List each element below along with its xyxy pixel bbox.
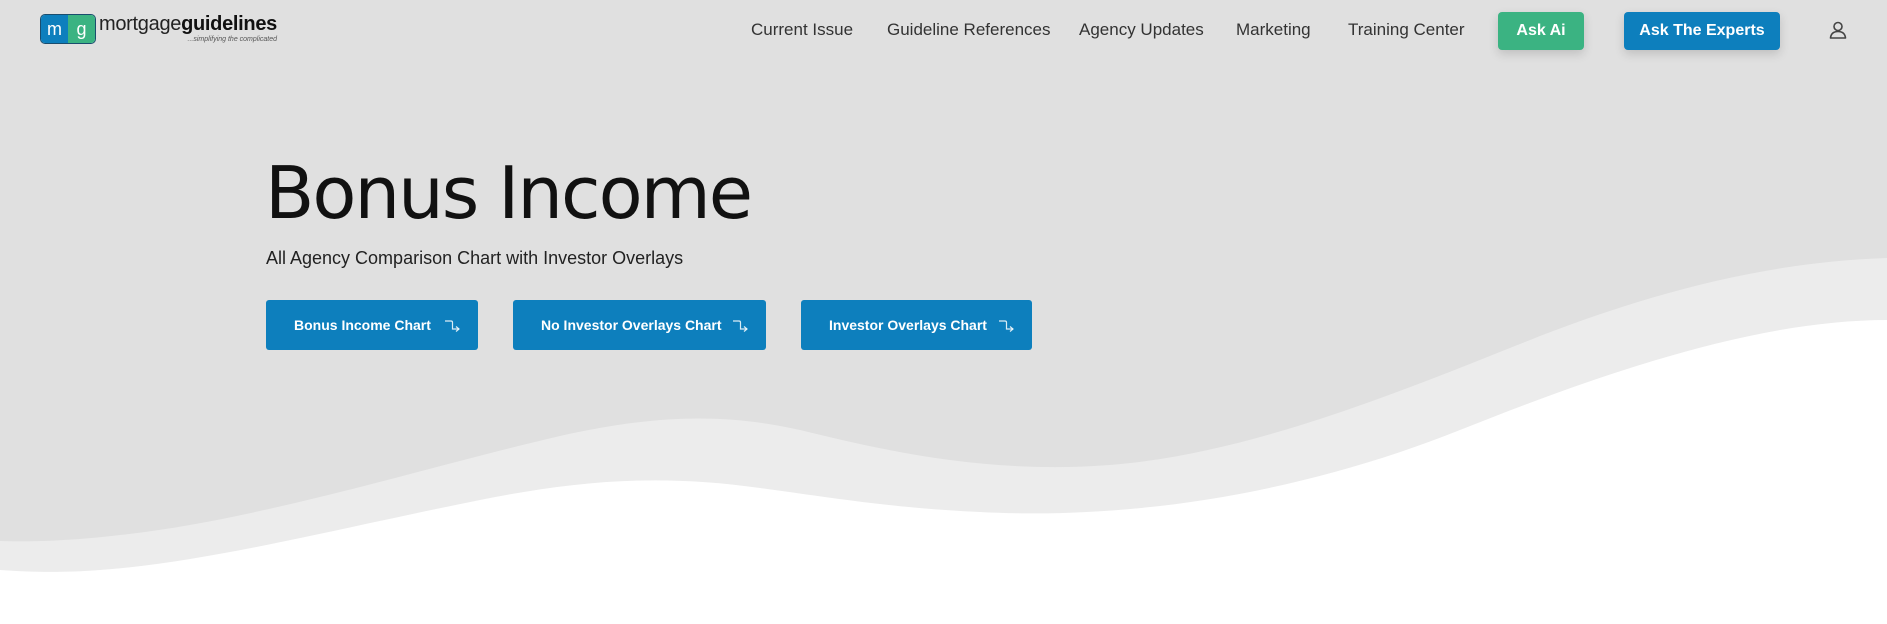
nav-item-marketing[interactable]: Marketing bbox=[1236, 20, 1311, 40]
arrow-down-right-icon bbox=[445, 320, 460, 332]
logo-word-light: mortgage bbox=[99, 13, 182, 35]
logo-word-bold: guidelines bbox=[181, 13, 278, 35]
bonus-income-chart-label: Bonus Income Chart bbox=[294, 317, 431, 333]
nav-item-current-issue[interactable]: Current Issue bbox=[751, 20, 853, 40]
user-icon[interactable] bbox=[1828, 20, 1848, 40]
nav-item-guideline-references[interactable]: Guideline References bbox=[887, 20, 1050, 40]
logo-tagline: ...simplifying the complicated bbox=[187, 36, 278, 43]
logo-badge-m: m bbox=[41, 15, 68, 43]
arrow-down-right-icon bbox=[999, 320, 1014, 332]
no-investor-overlays-chart-button[interactable]: No Investor Overlays Chart bbox=[513, 300, 766, 350]
logo-wordmark: mortgageguidelines ...simplifying the co… bbox=[99, 14, 277, 46]
nav-item-agency-updates[interactable]: Agency Updates bbox=[1079, 20, 1204, 40]
brand-logo[interactable]: m g mortgageguidelines ...simplifying th… bbox=[40, 14, 277, 46]
page-title: Bonus Income bbox=[265, 151, 753, 235]
investor-overlays-chart-button[interactable]: Investor Overlays Chart bbox=[801, 300, 1032, 350]
nav-item-training-center[interactable]: Training Center bbox=[1348, 20, 1465, 40]
site-header: m g mortgageguidelines ...simplifying th… bbox=[0, 0, 1887, 60]
bonus-income-chart-button[interactable]: Bonus Income Chart bbox=[266, 300, 478, 350]
investor-overlays-chart-label: Investor Overlays Chart bbox=[829, 317, 987, 333]
logo-badge: m g bbox=[40, 14, 96, 44]
ask-the-experts-button[interactable]: Ask The Experts bbox=[1624, 12, 1780, 50]
page-subtitle: All Agency Comparison Chart with Investo… bbox=[266, 248, 684, 268]
no-investor-overlays-chart-label: No Investor Overlays Chart bbox=[541, 317, 722, 333]
ask-ai-button[interactable]: Ask Ai bbox=[1498, 12, 1584, 50]
logo-badge-g: g bbox=[68, 15, 95, 43]
arrow-down-right-icon bbox=[733, 320, 748, 332]
